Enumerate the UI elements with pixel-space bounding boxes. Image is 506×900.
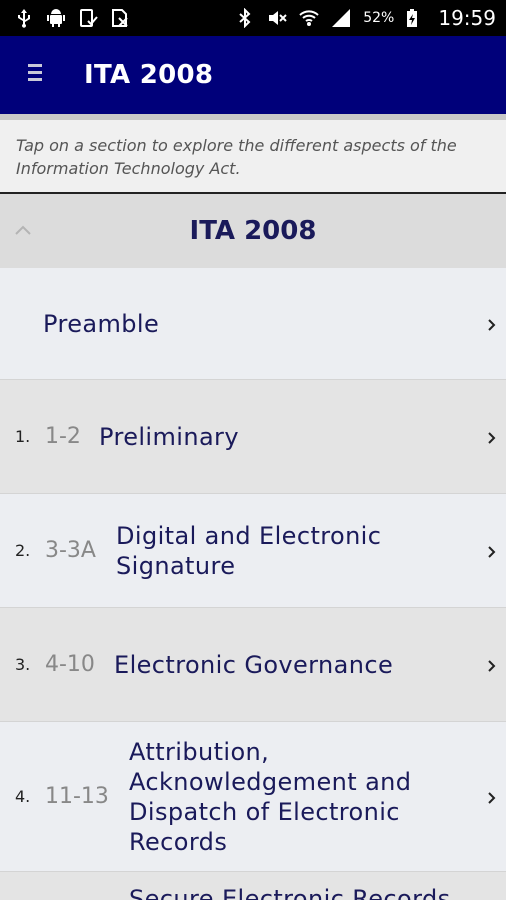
row-range: 3-3A (45, 538, 96, 563)
list-item-preliminary[interactable]: 1. 1-2 Preliminary (0, 380, 506, 494)
row-title: Secure Electronic Records (129, 885, 451, 900)
battery-percent: 52% (363, 10, 395, 26)
chevron-right-icon (487, 544, 497, 558)
app-bar: ITA 2008 (0, 36, 506, 114)
hamburger-menu-icon (27, 62, 43, 88)
status-right-icons: 52% 19:59 (235, 6, 496, 30)
section-header[interactable]: ITA 2008 (0, 194, 506, 268)
list-item-secure-records[interactable]: Secure Electronic Records (0, 872, 506, 900)
status-left-icons (14, 8, 130, 28)
usb-icon (14, 8, 34, 28)
row-title: Electronic Governance (114, 650, 394, 679)
mute-icon (267, 8, 287, 28)
row-range: 4-10 (45, 652, 95, 677)
sim-off-icon (110, 8, 130, 28)
menu-button[interactable] (0, 36, 70, 114)
row-title: Preamble (43, 309, 160, 338)
list-item-preamble[interactable]: Preamble (0, 268, 506, 380)
row-range: 1-2 (45, 424, 81, 449)
list-item-electronic-governance[interactable]: 3. 4-10 Electronic Governance (0, 608, 506, 722)
row-title: Digital and Electronic Signature (116, 521, 382, 580)
row-number: 1. (15, 427, 31, 446)
chevron-up-icon[interactable] (10, 218, 36, 242)
list-item-attribution[interactable]: 4. 11-13 Attribution, Acknowledgement an… (0, 722, 506, 872)
hint-text: Tap on a section to explore the differen… (0, 114, 506, 194)
row-number: 3. (15, 655, 31, 674)
wifi-icon (299, 8, 319, 28)
android-debug-icon (46, 8, 66, 28)
clock: 19:59 (438, 6, 496, 30)
signal-icon (331, 8, 351, 28)
status-bar: 52% 19:59 (0, 0, 506, 36)
app-title: ITA 2008 (84, 60, 214, 90)
row-number: 4. (15, 787, 31, 806)
row-number: 2. (15, 541, 31, 560)
bluetooth-icon (235, 8, 255, 28)
battery-icon (402, 8, 422, 28)
row-title: Preliminary (99, 422, 239, 451)
device-check-icon (78, 8, 98, 28)
row-title: Attribution, Acknowledgement and Dispatc… (129, 737, 412, 856)
row-range: 11-13 (45, 784, 109, 809)
chevron-right-icon (487, 430, 497, 444)
chevron-right-icon (487, 658, 497, 672)
chevron-right-icon (487, 790, 497, 804)
chevron-right-icon (487, 317, 497, 331)
section-title: ITA 2008 (189, 216, 317, 246)
list-item-digital-signature[interactable]: 2. 3-3A Digital and Electronic Signature (0, 494, 506, 608)
